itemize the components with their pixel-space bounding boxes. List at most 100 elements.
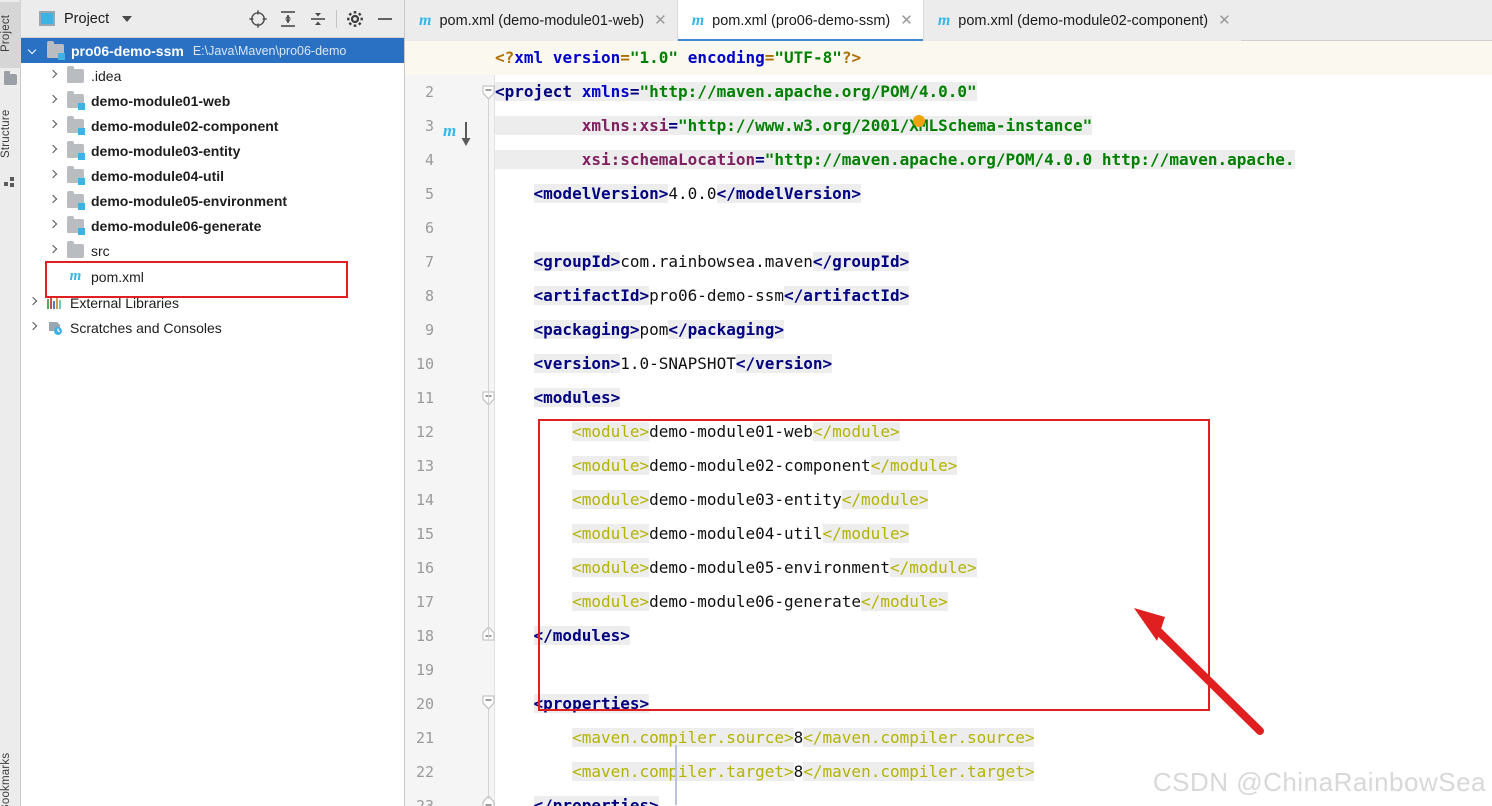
project-panel: Project pro06-demo-ssm E:\Java\Maven\pro… [21,0,405,806]
maven-pom-icon: m [419,11,432,29]
tree-row-demo-module01-web[interactable]: demo-module01-web [21,88,404,113]
tree-label: demo-module05-environment [91,192,288,209]
maven-reload-icon[interactable]: m [443,121,473,149]
gear-icon[interactable] [340,4,370,34]
chevron-collapsed-icon[interactable] [49,96,58,105]
line-number: 21 [415,729,434,747]
line-number: 4 [424,151,434,169]
idea-window: Project Structure Bookmarks Project pro0… [0,0,1492,806]
maven-notification-dot[interactable] [913,115,925,127]
editor-tab-label: pom.xml (demo-module01-web) [439,12,645,29]
maven-pom-icon: m [69,268,82,284]
sidebar-tab-structure[interactable]: Structure [0,98,21,170]
tree-row-demo-module05-environment[interactable]: demo-module05-environment [21,188,404,213]
chevron-down-icon[interactable] [122,15,133,22]
structure-icon [4,176,17,188]
module-folder-icon [67,140,85,160]
editor-tab-pom-demo-module01-web[interactable]: m pom.xml (demo-module01-web) ✕ [405,0,677,41]
folder-icon [67,65,84,83]
close-icon[interactable]: ✕ [1218,13,1231,28]
code-editor[interactable]: 1 2 3 4 5 6 7 8 9 10 11 12 13 14 15 16 1… [405,41,1492,806]
close-icon[interactable]: ✕ [900,13,913,28]
sidebar-tab-project[interactable]: Project [0,2,21,68]
tree-row-pom-xml[interactable]: m pom.xml [21,263,404,290]
fold-guide-line [488,405,489,629]
tree-label: pom.xml [91,268,144,285]
tree-label: demo-module02-component [91,117,279,134]
line-number: 6 [424,219,434,237]
module-folder-icon [67,215,85,235]
line-number: 13 [415,457,434,475]
expand-all-icon[interactable] [273,4,303,34]
sidebar-tab-bookmarks[interactable]: Bookmarks [0,752,21,806]
line-number: 23 [415,797,434,806]
chevron-collapsed-icon[interactable] [49,71,58,80]
chevron-collapsed-icon[interactable] [49,146,58,155]
folder-icon [67,240,84,258]
line-number: 16 [415,559,434,577]
line-number: 8 [424,287,434,305]
tree-row-demo-module02-component[interactable]: demo-module02-component [21,113,404,138]
line-number: 18 [415,627,434,645]
indent-guide [675,745,677,805]
fold-marker-collapse[interactable] [482,695,495,710]
code-line-2: <project xmlns="http://maven.apache.org/… [495,82,977,101]
code-line-9: <packaging>pom</packaging> [533,320,784,339]
tree-label: demo-module03-entity [91,142,241,159]
tree-label: External Libraries [70,294,179,311]
project-icon [4,71,17,85]
chevron-collapsed-icon[interactable] [49,246,58,255]
line-number: 17 [415,593,434,611]
tree-row-external-libraries[interactable]: External Libraries [21,290,404,315]
code-line-11: <modules> [533,388,621,407]
left-tool-strip: Project Structure Bookmarks [0,0,82,806]
project-panel-toolbar [243,0,400,38]
tree-row-demo-module04-util[interactable]: demo-module04-util [21,163,404,188]
editor-tab-pom-pro06-demo-ssm[interactable]: m pom.xml (pro06-demo-ssm) ✕ [676,0,923,41]
minimize-icon[interactable] [370,4,400,34]
editor-gutter[interactable]: 1 2 3 4 5 6 7 8 9 10 11 12 13 14 15 16 1… [405,41,495,806]
line-number: 14 [415,491,434,509]
toolbar-divider [336,10,337,28]
maven-pom-icon: m [691,11,705,29]
collapse-all-icon[interactable] [303,4,333,34]
tree-row-idea[interactable]: .idea [21,63,404,88]
code-line-4: xsi:schemaLocation="http://maven.apache.… [495,143,1295,177]
maven-pom-icon: m [937,11,951,29]
module-folder-icon [67,115,85,135]
chevron-collapsed-icon[interactable] [29,323,38,332]
line-number: 19 [415,661,434,679]
line-number: 2 [424,83,434,101]
select-opened-file-icon[interactable] [243,4,273,34]
project-root-path: E:\Java\Maven\pro06-demo [192,43,347,58]
module-folder-icon [67,190,85,210]
chevron-collapsed-icon[interactable] [49,221,58,230]
line-number: 11 [415,389,434,407]
project-panel-header: Project [21,0,404,38]
tree-label: pro06-demo-ssm [71,42,184,59]
chevron-expanded-icon[interactable] [29,46,38,55]
chevron-collapsed-icon[interactable] [49,196,58,205]
module-folder-icon [67,90,85,110]
close-icon[interactable]: ✕ [654,13,667,28]
editor-area: m pom.xml (demo-module01-web) ✕ m pom.xm… [405,0,1492,806]
tree-row-src[interactable]: src [21,238,404,263]
editor-tab-bar-empty [1240,0,1492,40]
fold-marker-collapse[interactable] [482,85,495,100]
line-number: 10 [415,355,434,373]
chevron-collapsed-icon[interactable] [49,121,58,130]
editor-tab-label: pom.xml (pro06-demo-ssm) [712,12,891,29]
tree-row-project-root[interactable]: pro06-demo-ssm E:\Java\Maven\pro06-demo [21,38,404,63]
chevron-collapsed-icon[interactable] [29,298,38,307]
code-line-10: <version>1.0-SNAPSHOT</version> [533,354,833,373]
editor-tab-pom-demo-module02-component[interactable]: m pom.xml (demo-module02-component) ✕ [922,0,1241,41]
chevron-collapsed-icon[interactable] [49,171,58,180]
annotation-box-modules [538,419,1210,711]
libraries-icon [47,296,63,309]
tree-label: demo-module06-generate [91,217,262,234]
line-number: 3 [424,117,434,135]
tree-row-demo-module03-entity[interactable]: demo-module03-entity [21,138,404,163]
tree-row-demo-module06-generate[interactable]: demo-module06-generate [21,213,404,238]
tree-row-scratches-and-consoles[interactable]: Scratches and Consoles [21,315,404,340]
project-panel-title: Project [64,10,110,27]
